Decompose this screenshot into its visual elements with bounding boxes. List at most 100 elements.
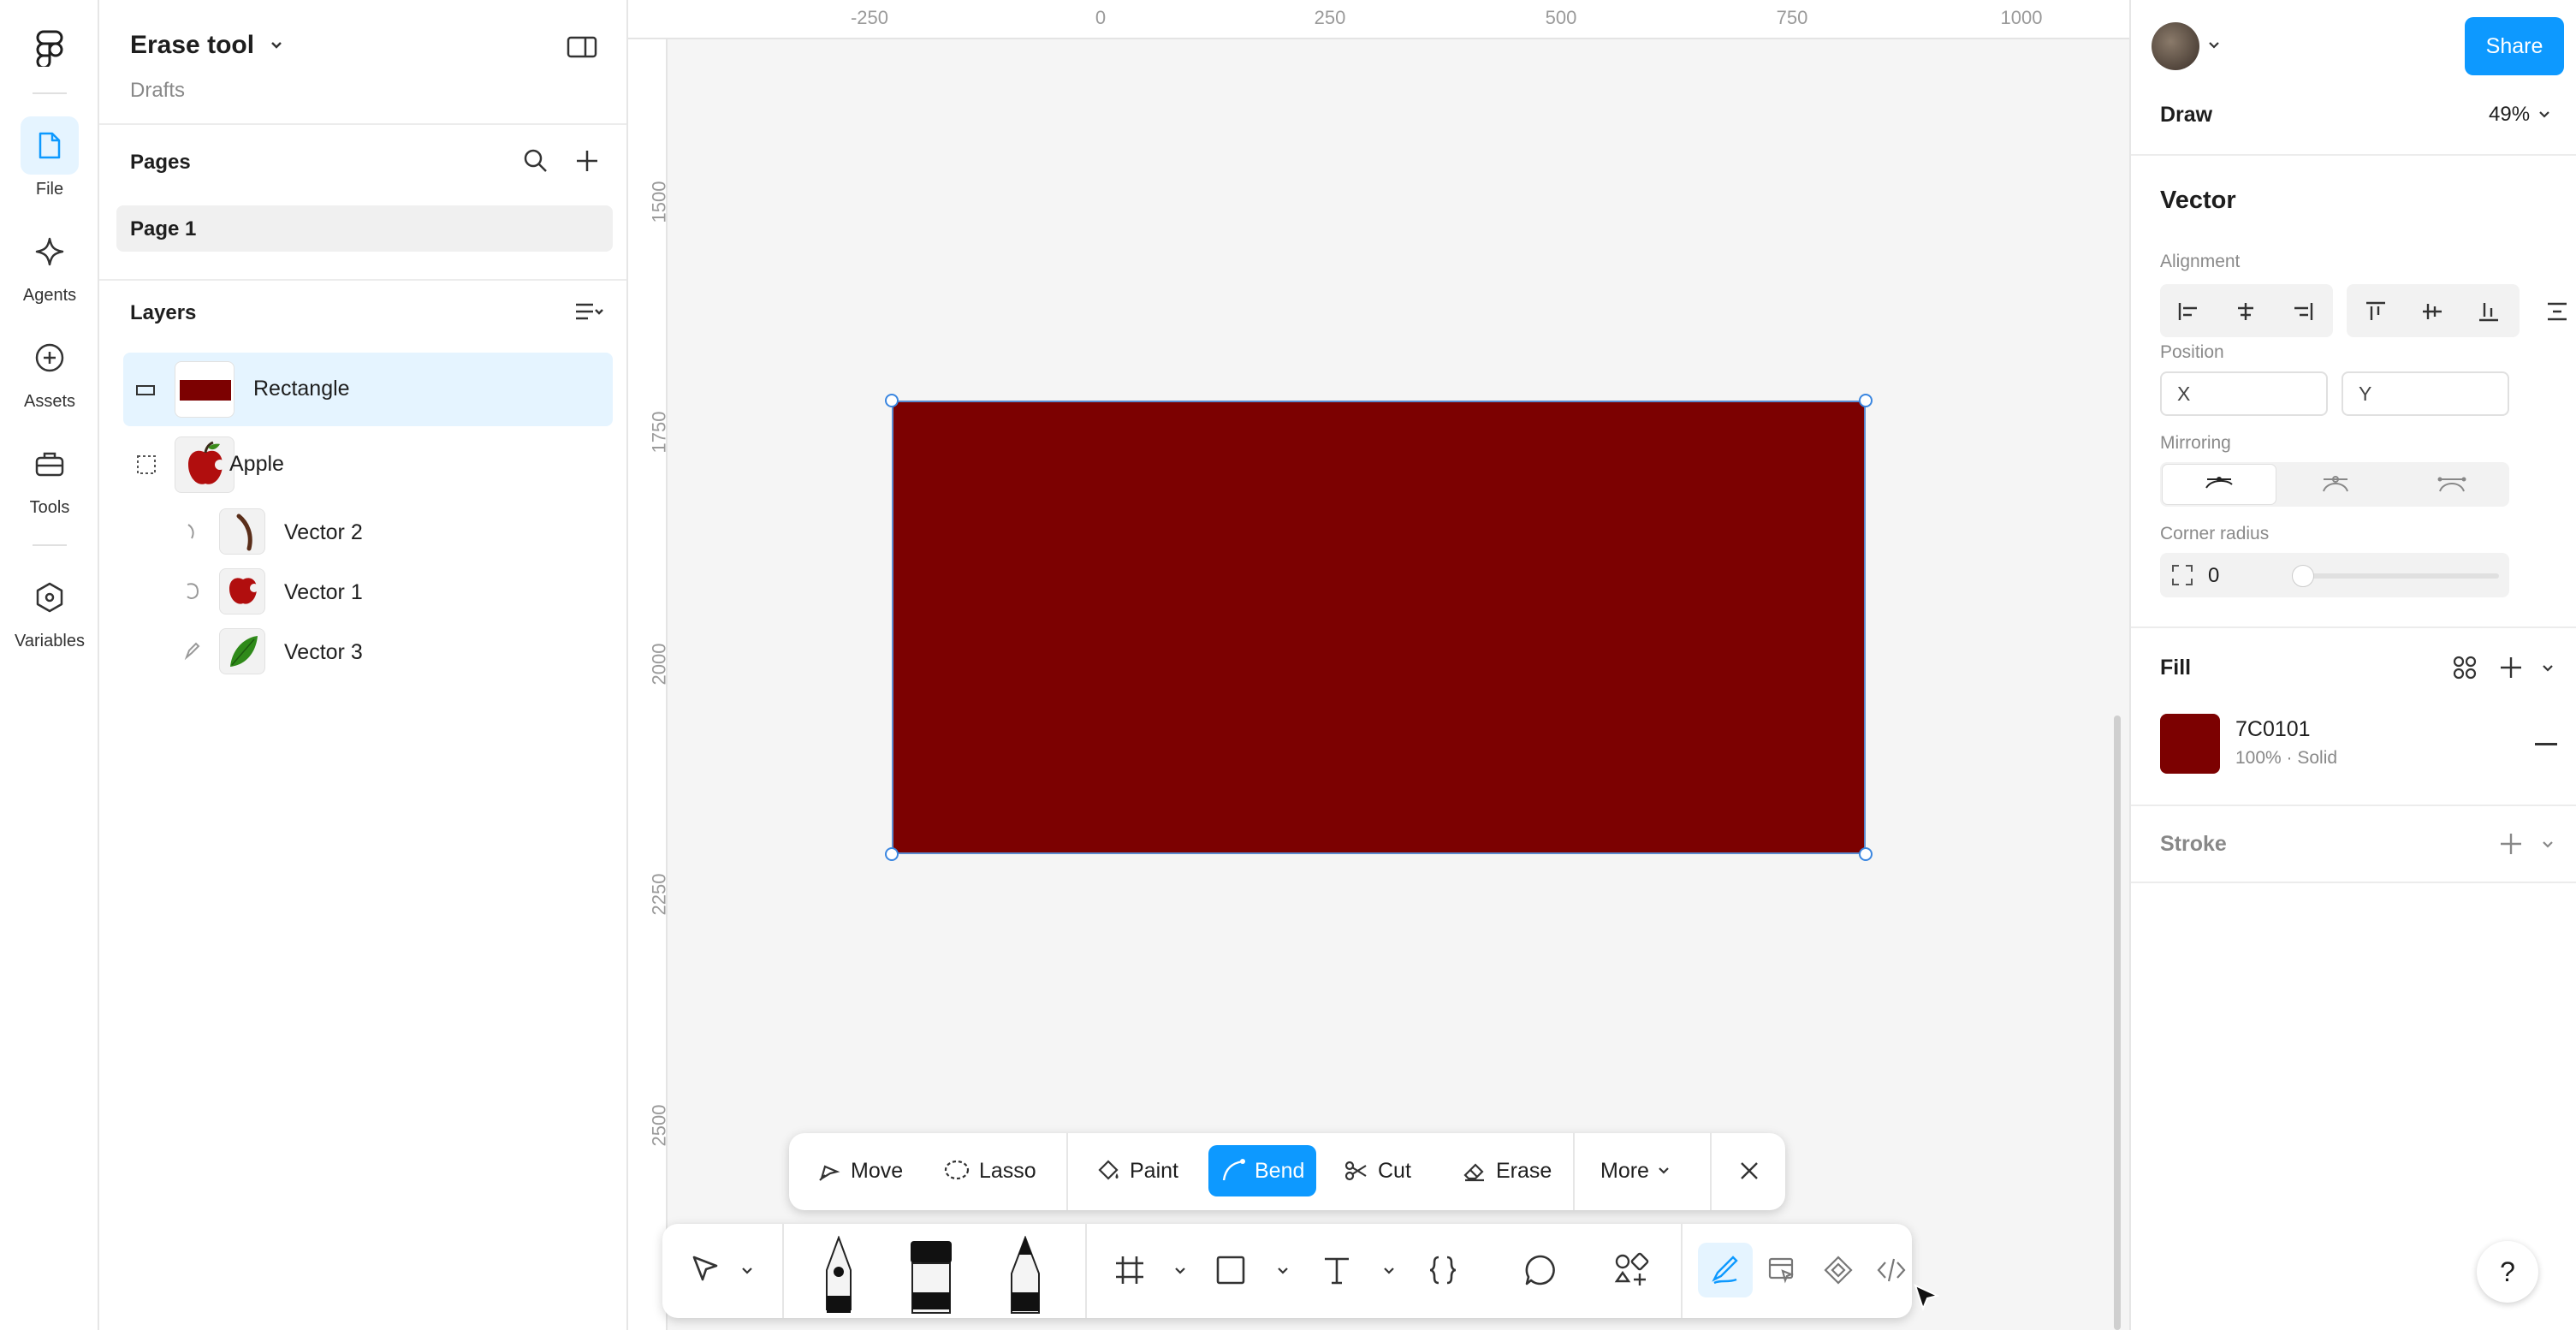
rail-item-agents[interactable]: Agents [0, 223, 99, 306]
corner-radius-control: 0 [2160, 553, 2509, 597]
resize-handle-top-right[interactable] [1859, 394, 1873, 407]
design-mode-toggle[interactable] [1754, 1243, 1809, 1297]
text-tool[interactable] [1309, 1243, 1364, 1297]
pencil-icon [1011, 1236, 1040, 1314]
add-stroke-icon[interactable] [2497, 830, 2525, 858]
layer-vector-3[interactable]: Vector 3 [123, 621, 613, 681]
help-button[interactable]: ? [2477, 1241, 2538, 1303]
prototype-mode-toggle[interactable] [1811, 1243, 1866, 1297]
shape-tool[interactable] [1203, 1243, 1258, 1297]
distribute-icon[interactable] [2531, 289, 2576, 334]
mirroring-angle-length-option[interactable] [2395, 464, 2509, 505]
align-bottom-icon[interactable] [2463, 289, 2514, 334]
corner-radius-slider-thumb[interactable] [2292, 565, 2314, 587]
actions-tool[interactable] [1604, 1243, 1659, 1297]
lasso-tool-button[interactable]: Lasso [931, 1145, 1048, 1196]
resize-handle-bottom-left[interactable] [885, 847, 899, 861]
alignment-label: Alignment [2160, 252, 2241, 271]
corner-radius-slider-track[interactable] [2297, 573, 2499, 579]
position-y-input[interactable]: Y [2342, 371, 2509, 416]
rail-item-tools[interactable]: Tools [0, 435, 99, 518]
page-item-1[interactable]: Page 1 [116, 205, 613, 252]
draw-mode-toggle[interactable] [1698, 1243, 1753, 1297]
hashtag-frame-icon [1116, 1256, 1143, 1284]
user-avatar[interactable] [2152, 22, 2199, 70]
comment-tool[interactable] [1513, 1243, 1568, 1297]
paint-tool-button[interactable]: Paint [1083, 1145, 1190, 1196]
move-tool-button[interactable]: Move [804, 1145, 915, 1196]
align-right-icon[interactable] [2276, 289, 2328, 334]
fill-hex-value[interactable]: 7C0101 [2235, 717, 2311, 742]
scissors-icon [1344, 1158, 1369, 1184]
corner-radius-value[interactable]: 0 [2208, 564, 2219, 588]
rail-label-assets: Assets [23, 392, 76, 411]
align-left-icon[interactable] [2163, 289, 2215, 334]
file-name-dropdown[interactable]: Erase tool [130, 31, 283, 60]
zoom-dropdown[interactable]: 49% [2489, 103, 2550, 127]
chevron-down-icon[interactable] [1174, 1267, 1186, 1275]
more-tools-dropdown[interactable]: More [1588, 1145, 1682, 1196]
layers-title: Layers [130, 301, 197, 324]
text-t-icon [1325, 1257, 1349, 1285]
fill-color-swatch[interactable] [2160, 714, 2220, 774]
chevron-down-icon[interactable] [1277, 1267, 1289, 1275]
selection-type-title: Vector [2160, 187, 2236, 214]
code-icon [1877, 1258, 1906, 1282]
erase-tool-button[interactable]: Erase [1450, 1145, 1564, 1196]
pen-icon [183, 640, 202, 661]
frame-tool[interactable] [1102, 1243, 1157, 1297]
mirroring-none-option[interactable] [2162, 464, 2276, 505]
erase-label: Erase [1496, 1158, 1552, 1183]
bend-icon [1220, 1158, 1246, 1184]
chevron-down-icon[interactable] [741, 1267, 753, 1275]
rail-label-agents: Agents [22, 286, 77, 305]
vector-edit-toolbar: Move Lasso Paint Bend Cut Erase More [789, 1133, 1785, 1210]
layer-thumbnail [175, 361, 234, 418]
canvas-scrollbar[interactable] [2114, 715, 2121, 1330]
layer-apple[interactable]: Apple [123, 428, 613, 502]
dev-mode-toggle[interactable] [1864, 1243, 1919, 1297]
layer-rectangle[interactable]: Rectangle [123, 353, 613, 426]
share-button[interactable]: Share [2465, 17, 2564, 75]
move-pointer-tool[interactable] [678, 1243, 733, 1297]
move-icon [816, 1158, 842, 1184]
style-grid-icon[interactable] [2451, 654, 2478, 681]
pen-tool[interactable] [813, 1236, 864, 1318]
layer-name: Vector 1 [284, 580, 363, 604]
figma-logo-icon[interactable] [33, 29, 67, 67]
add-fill-icon[interactable] [2497, 654, 2525, 681]
align-center-h-icon[interactable] [2220, 289, 2271, 334]
pencil-tool[interactable] [1000, 1236, 1051, 1318]
canvas[interactable]: 1500 1750 2000 2250 2500 -250 0 250 500 … [628, 0, 2129, 1330]
align-middle-v-icon[interactable] [2407, 289, 2458, 334]
chevron-down-icon[interactable] [2542, 664, 2554, 673]
close-vector-edit-button[interactable] [1725, 1145, 1773, 1196]
rail-item-variables[interactable]: Variables [0, 568, 99, 651]
bend-tool-button[interactable]: Bend [1208, 1145, 1317, 1196]
search-icon[interactable] [522, 147, 549, 175]
resize-handle-bottom-right[interactable] [1859, 847, 1873, 861]
rail-item-file[interactable]: File [0, 116, 99, 199]
layers-sort-icon[interactable] [573, 300, 604, 325]
add-page-icon[interactable] [573, 147, 601, 175]
rail-item-assets[interactable]: Assets [0, 329, 99, 412]
remove-fill-icon[interactable] [2535, 743, 2557, 745]
sidebar-toggle-icon[interactable] [567, 34, 597, 60]
layer-name: Rectangle [253, 377, 350, 401]
chevron-down-icon[interactable] [2542, 840, 2554, 849]
cut-tool-button[interactable]: Cut [1332, 1145, 1423, 1196]
layer-vector-2[interactable]: Vector 2 [123, 502, 613, 561]
ruler-tick-x: -250 [850, 7, 889, 28]
code-braces-tool[interactable] [1416, 1243, 1470, 1297]
layer-vector-1[interactable]: Vector 1 [123, 561, 613, 621]
brush-tool[interactable] [904, 1236, 959, 1318]
resize-handle-top-left[interactable] [885, 394, 899, 407]
position-x-input[interactable]: X [2160, 371, 2328, 416]
align-top-icon[interactable] [2350, 289, 2401, 334]
comment-bubble-icon [1525, 1255, 1555, 1285]
chevron-down-icon[interactable] [2208, 41, 2220, 50]
corner-radius-label: Corner radius [2160, 524, 2270, 543]
selected-rectangle[interactable] [892, 401, 1866, 854]
chevron-down-icon[interactable] [1383, 1267, 1395, 1275]
mirroring-angle-option[interactable] [2278, 464, 2393, 505]
